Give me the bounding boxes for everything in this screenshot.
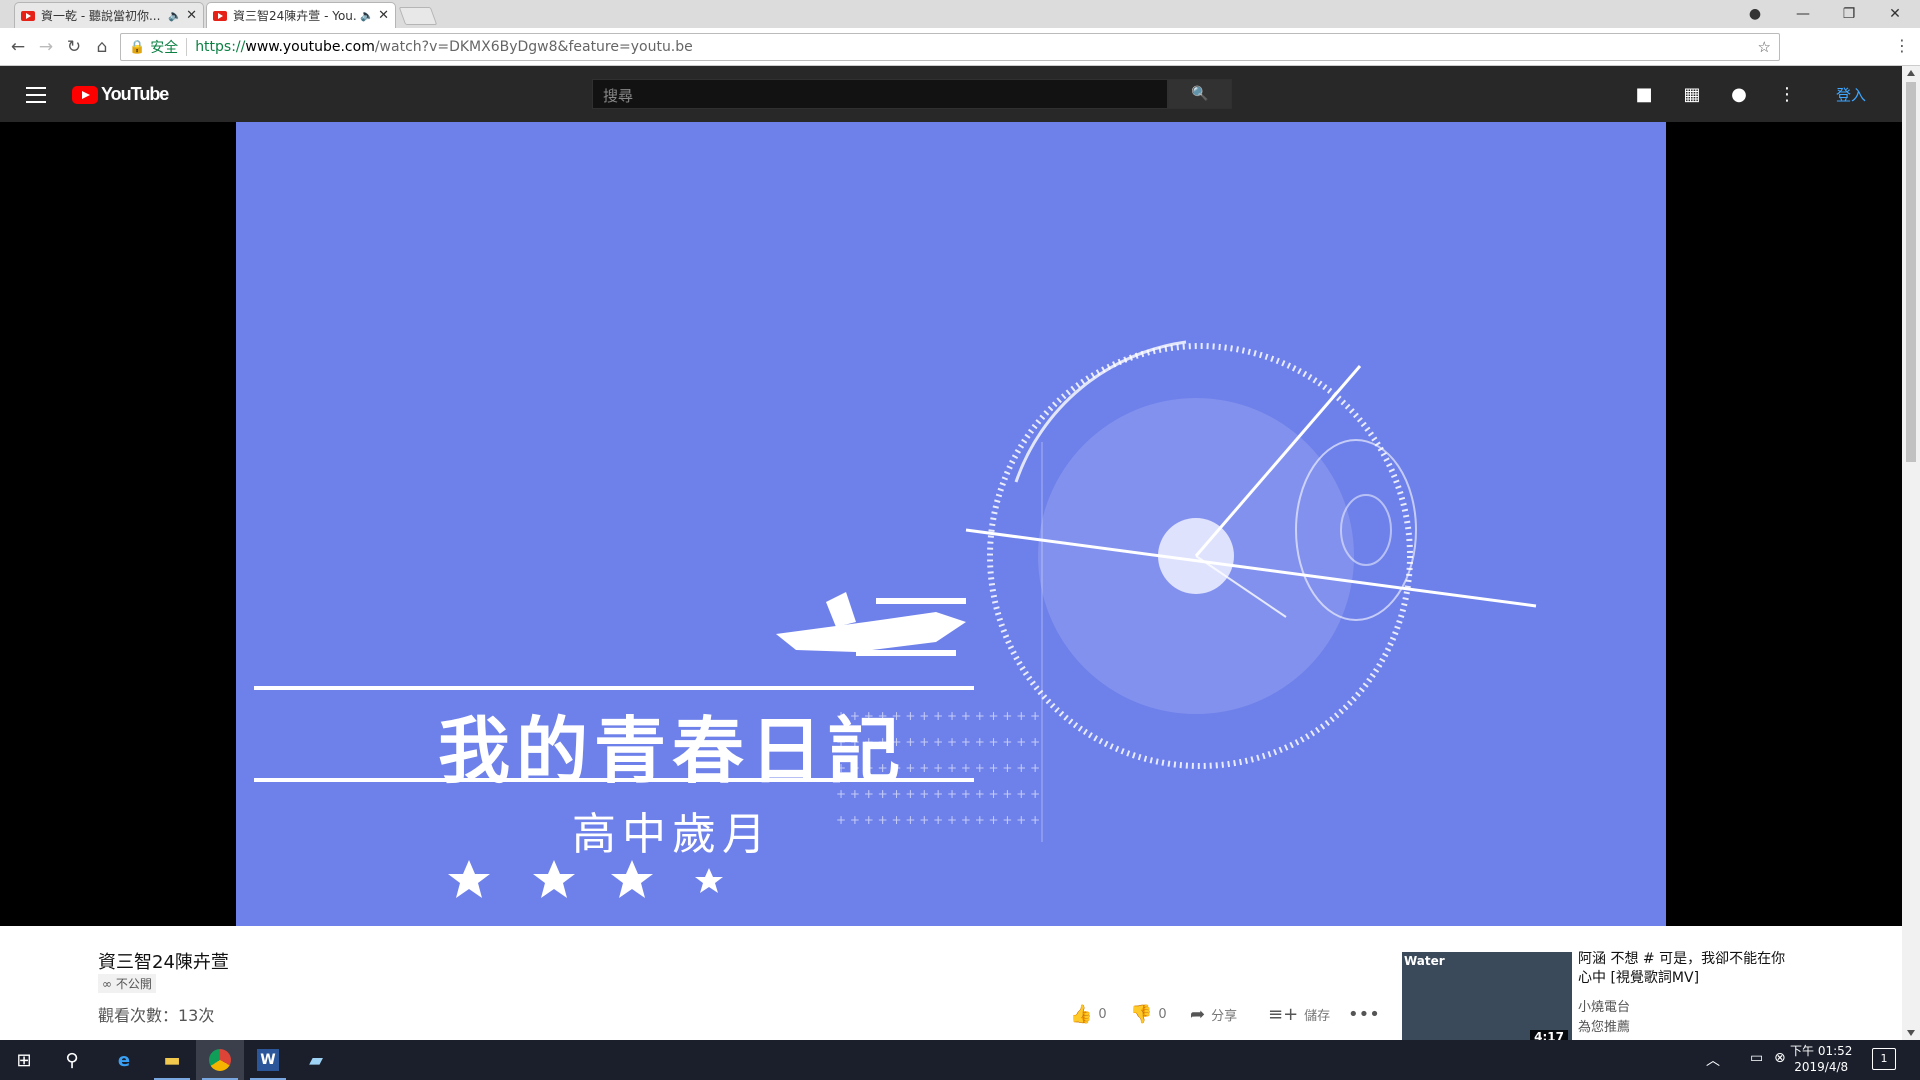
url-text: https://www.youtube.com/watch?v=DKMX6ByD… — [195, 39, 693, 55]
scroll-down-icon[interactable] — [1907, 1030, 1915, 1036]
network-icon[interactable]: ▭ — [1750, 1050, 1763, 1066]
video-overlay-subtitle: 高中歲月 — [572, 809, 772, 860]
bookmark-star-icon[interactable]: ☆ — [1758, 38, 1771, 56]
volume-muted-icon[interactable]: ⊗ — [1774, 1050, 1786, 1066]
speaker-icon: 🔈 — [168, 9, 183, 22]
taskbar-clock[interactable]: 下午 01:52 2019/4/8 — [1790, 1043, 1852, 1075]
video-overlay-title: 我的青春日記 — [437, 709, 906, 793]
recommended-thumbnail[interactable]: Water 4:17 — [1402, 952, 1572, 1046]
sign-in-button[interactable]: 登入 — [1836, 84, 1866, 105]
recommended-reason: 為您推薦 — [1578, 1020, 1631, 1035]
windows-start-icon[interactable]: ⊞ — [0, 1040, 48, 1080]
recommended-channel[interactable]: 小燒電台 — [1578, 996, 1630, 1015]
browser-toolbar: ← → ↻ ⌂ 🔒 安全 https://www.youtube.com/wat… — [0, 28, 1920, 66]
close-window-button[interactable]: ✕ — [1872, 0, 1918, 28]
profile-icon[interactable]: ● — [1732, 0, 1778, 28]
back-button[interactable]: ← — [4, 34, 32, 60]
new-tab-button[interactable] — [398, 7, 438, 25]
thumbs-up-icon: 👍 — [1070, 1004, 1093, 1025]
youtube-favicon-icon — [213, 10, 227, 21]
youtube-play-icon — [72, 85, 98, 104]
close-tab-icon[interactable]: ✕ — [186, 8, 197, 23]
apps-grid-icon[interactable]: ▦ — [1680, 82, 1704, 106]
search-button[interactable]: 🔍 — [1168, 79, 1232, 109]
save-button[interactable]: ≡+ 儲存 — [1268, 1004, 1330, 1025]
chrome-icon[interactable] — [196, 1040, 244, 1080]
youtube-logo[interactable]: YouTube — [72, 84, 169, 105]
scroll-up-icon[interactable] — [1907, 70, 1915, 76]
dislike-button[interactable]: 👎 0 — [1130, 1004, 1167, 1025]
minimize-button[interactable]: — — [1780, 0, 1826, 28]
edge-browser-icon[interactable]: e — [100, 1040, 148, 1080]
secure-label: 安全 — [150, 40, 179, 56]
settings-more-icon[interactable]: ⋮ — [1775, 82, 1799, 106]
tab-title: 資三智24陳卉萱 - You... — [233, 9, 357, 23]
share-label: 分享 — [1211, 1009, 1238, 1024]
search-input[interactable]: 搜尋 — [592, 79, 1168, 109]
forward-button[interactable]: → — [32, 34, 60, 60]
privacy-label: 不公開 — [115, 977, 152, 991]
browser-tab-strip: 資一乾 - 聽說當初你... 🔈 ✕ 資三智24陳卉萱 - You... 🔈 ✕… — [0, 0, 1920, 28]
messages-icon[interactable]: ● — [1727, 82, 1751, 106]
save-label: 儲存 — [1304, 1009, 1331, 1024]
video-frame[interactable]: + + + + + + + + + + + + + + + + + + + + … — [236, 122, 1666, 926]
hamburger-menu-icon[interactable] — [24, 82, 48, 106]
url-host: www.youtube.com — [245, 39, 375, 55]
browser-tab[interactable]: 資一乾 - 聽說當初你... 🔈 ✕ — [14, 2, 204, 28]
tab-title: 資一乾 - 聽說當初你... — [41, 9, 161, 23]
more-horiz-icon: ••• — [1348, 1004, 1380, 1025]
lock-icon: 🔒 — [129, 39, 146, 55]
search-icon[interactable]: ⚲ — [48, 1040, 96, 1080]
divider — [186, 38, 188, 56]
link-icon: ∞ — [102, 977, 116, 991]
like-count: 0 — [1098, 1007, 1107, 1022]
windows-taskbar: ⊞ ⚲ e ▬ W ▰ ︿ ▭ ⊗ 下午 01:52 2019/4/8 1 — [0, 1040, 1920, 1080]
reload-button[interactable]: ↻ — [60, 34, 88, 60]
speaker-icon: 🔈 — [360, 9, 375, 22]
video-player[interactable]: + + + + + + + + + + + + + + + + + + + + … — [0, 122, 1902, 926]
notepad-icon[interactable]: ▰ — [292, 1040, 340, 1080]
close-tab-icon[interactable]: ✕ — [378, 8, 389, 23]
clock-date: 2019/4/8 — [1794, 1060, 1849, 1074]
share-icon: ➦ — [1190, 1004, 1206, 1025]
show-hidden-icons-icon[interactable]: ︿ — [1706, 1050, 1720, 1070]
restore-button[interactable]: ❐ — [1826, 0, 1872, 28]
action-center-icon[interactable]: 1 — [1872, 1048, 1896, 1070]
share-button[interactable]: ➦ 分享 — [1190, 1004, 1237, 1025]
playlist-add-icon: ≡+ — [1268, 1004, 1299, 1025]
file-explorer-icon[interactable]: ▬ — [148, 1040, 196, 1080]
browser-tab-active[interactable]: 資三智24陳卉萱 - You... 🔈 ✕ — [206, 2, 396, 28]
privacy-badge: ∞ 不公開 — [98, 974, 156, 993]
view-count: 觀看次數：13次 — [98, 1006, 215, 1025]
url-path: /watch?v=DKMX6ByDgw8&feature=youtu.be — [374, 39, 693, 55]
search-icon: 🔍 — [1191, 86, 1209, 102]
create-video-icon[interactable]: ■ — [1632, 82, 1656, 106]
page-scrollbar[interactable] — [1902, 66, 1920, 1040]
more-actions-button[interactable]: ••• — [1348, 1004, 1386, 1025]
dislike-count: 0 — [1158, 1007, 1167, 1022]
notification-count: 1 — [1880, 1052, 1888, 1065]
clock-time: 下午 01:52 — [1790, 1044, 1853, 1058]
word-icon[interactable]: W — [244, 1040, 292, 1080]
thumbnail-watermark: Water — [1404, 954, 1445, 968]
recommended-title[interactable]: 阿涵 不想 # 可是，我卻不能在你心中 [視覺歌詞MV] — [1578, 950, 1788, 988]
home-button[interactable]: ⌂ — [88, 34, 116, 60]
youtube-favicon-icon — [21, 10, 35, 21]
airplane-icon — [776, 592, 966, 656]
youtube-logo-text: YouTube — [101, 84, 169, 104]
star-rating-icon — [448, 860, 723, 898]
url-prefix: https:// — [195, 39, 246, 55]
address-bar[interactable]: 🔒 安全 https://www.youtube.com/watch?v=DKM… — [120, 33, 1780, 61]
video-title: 資三智24陳卉萱 — [98, 952, 229, 973]
scroll-thumb[interactable] — [1906, 82, 1916, 462]
like-button[interactable]: 👍 0 — [1070, 1004, 1107, 1025]
thumbs-down-icon: 👎 — [1130, 1004, 1153, 1025]
youtube-header: YouTube 搜尋 🔍 ■ ▦ ● ⋮ 登入 — [0, 66, 1902, 122]
video-info: 資三智24陳卉萱 ∞ 不公開 觀看次數：13次 👍 0 👎 0 ➦ 分享 ≡+ … — [0, 926, 1902, 1046]
browser-menu-icon[interactable]: ⋮ — [1894, 36, 1910, 55]
